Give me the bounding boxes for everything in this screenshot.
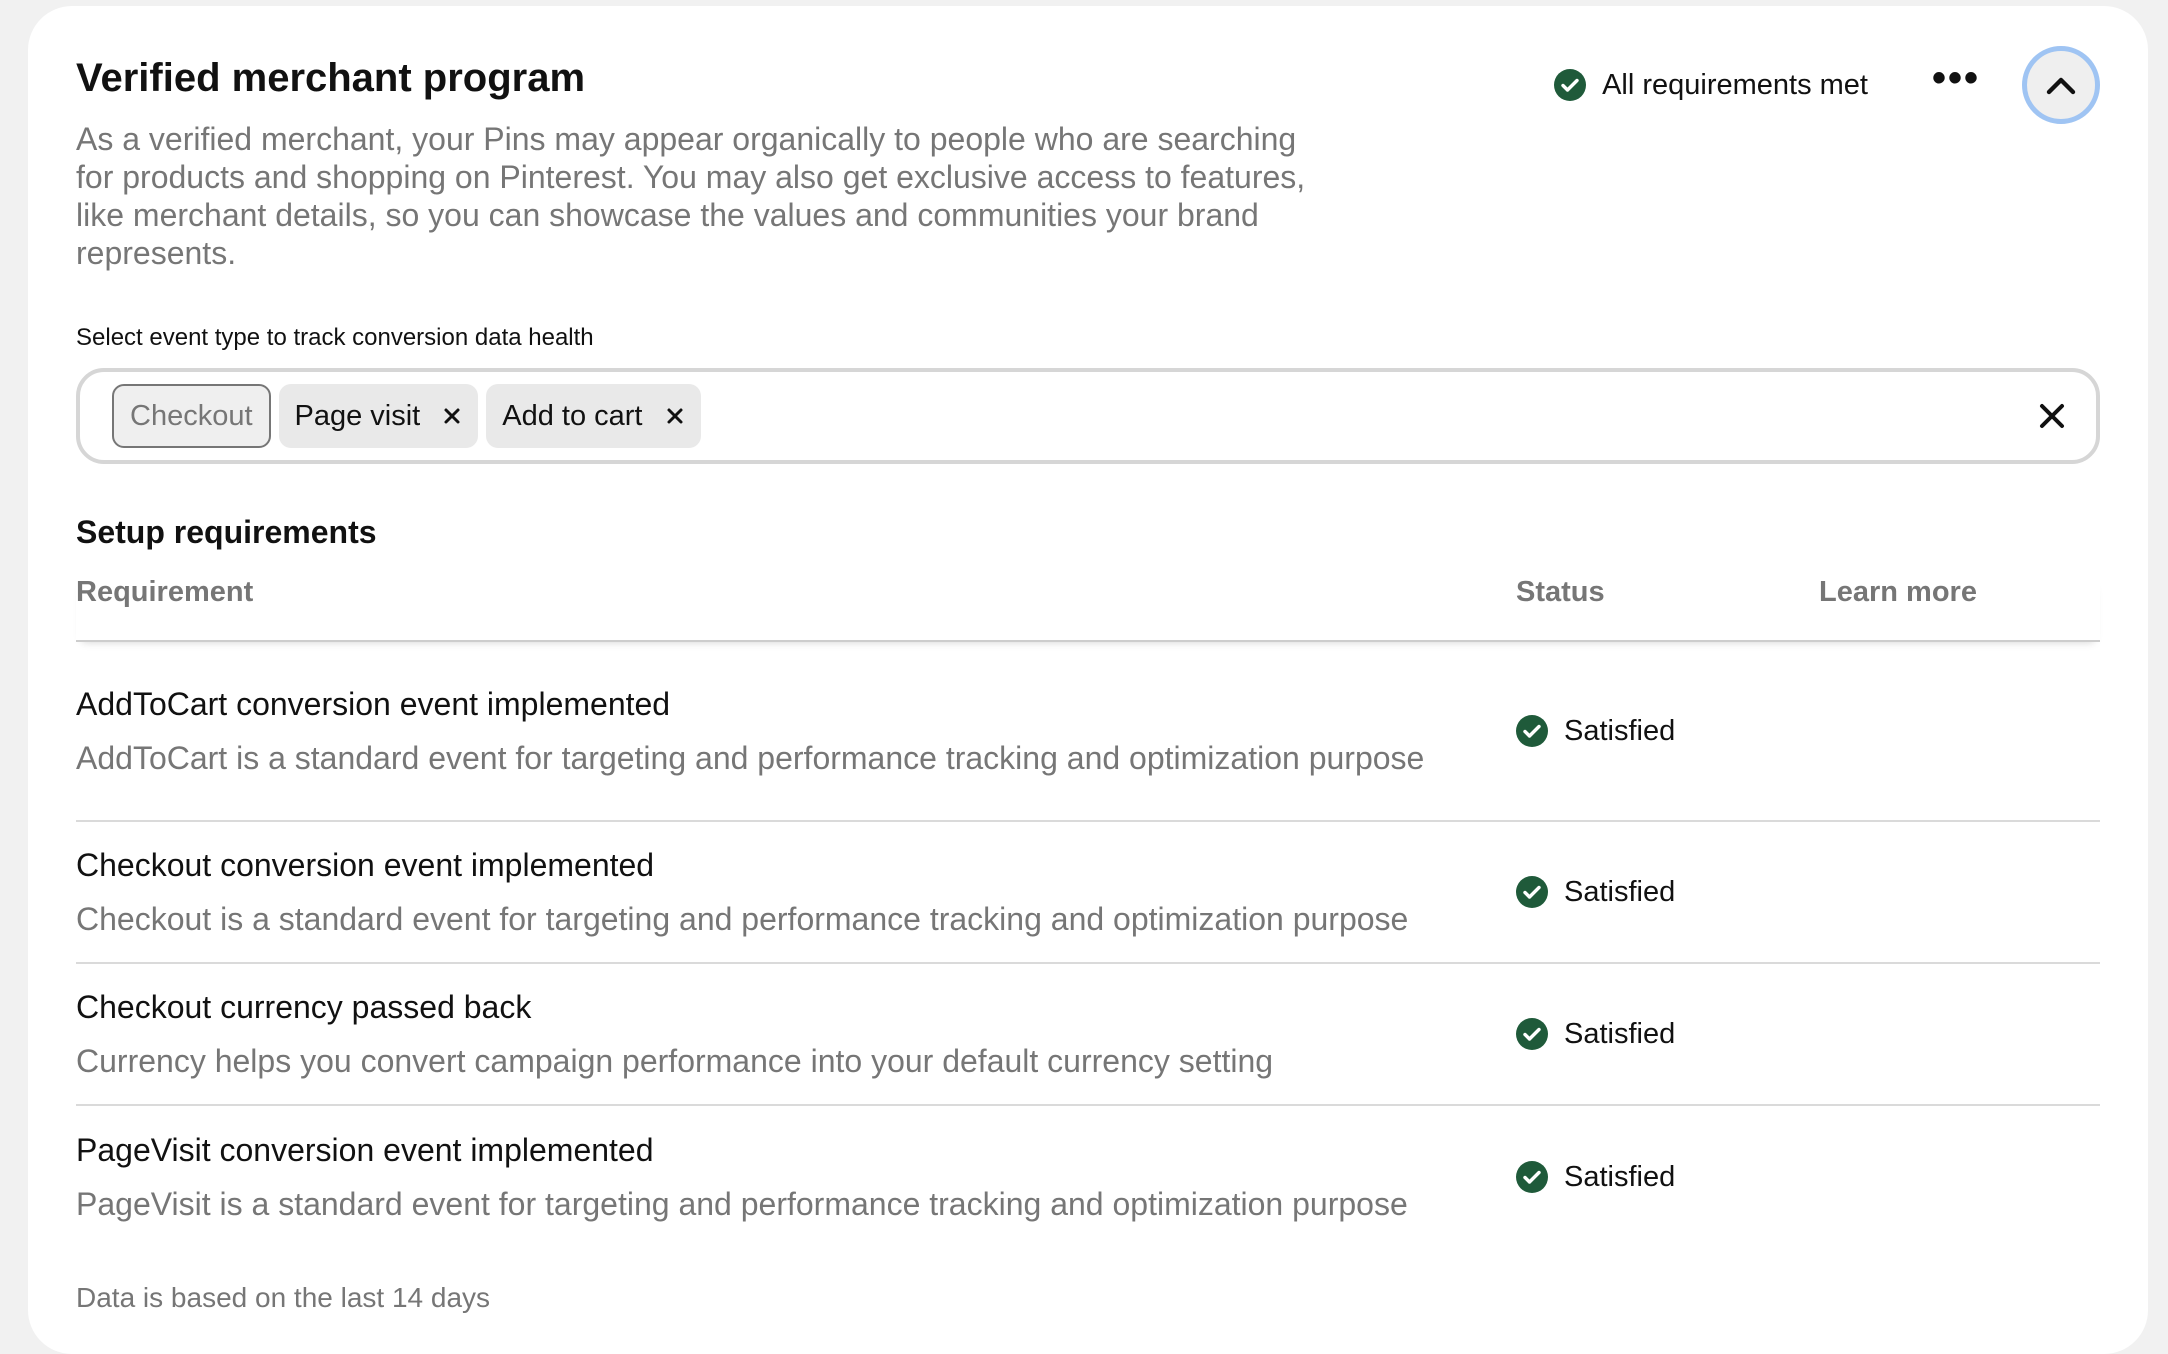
requirement-title: Checkout currency passed back — [76, 989, 532, 1025]
tag-add-to-cart[interactable]: Add to cart — [486, 384, 701, 448]
status-summary-label: All requirements met — [1602, 68, 1868, 101]
program-title: Verified merchant program — [76, 56, 586, 100]
program-description: As a verified merchant, your Pins may ap… — [76, 121, 1306, 271]
check-circle-icon — [1516, 876, 1548, 908]
table-row: AddToCart conversion event implemented A… — [76, 642, 2100, 822]
requirements-table: Requirement Status Learn more AddToCart … — [76, 576, 2100, 1248]
requirement-cell: PageVisit conversion event implemented P… — [76, 1131, 1516, 1223]
setup-requirements-title: Setup requirements — [76, 514, 377, 550]
status-label: Satisfied — [1564, 714, 1676, 747]
remove-tag-icon[interactable] — [442, 406, 462, 426]
table-row: Checkout conversion event implemented Ch… — [76, 822, 2100, 964]
event-type-multiselect[interactable]: Checkout Page visit Add to cart — [76, 368, 2100, 464]
requirement-cell: Checkout currency passed back Currency h… — [76, 988, 1516, 1080]
tag-page-visit[interactable]: Page visit — [278, 384, 479, 448]
tag-label: Page visit — [294, 399, 421, 432]
column-header-learn-more: Learn more — [1819, 576, 1977, 608]
status-cell: Satisfied — [1516, 1018, 1819, 1051]
requirement-description: Checkout is a standard event for targeti… — [76, 901, 1409, 937]
requirement-cell: Checkout conversion event implemented Ch… — [76, 846, 1516, 938]
check-circle-icon — [1516, 1018, 1548, 1050]
requirement-title: AddToCart conversion event implemented — [76, 686, 671, 722]
more-horizontal-icon: ••• — [1931, 56, 1980, 100]
tag-checkout[interactable]: Checkout — [112, 384, 271, 448]
column-header-requirement: Requirement — [76, 576, 254, 608]
chevron-up-icon — [2046, 77, 2076, 95]
status-label: Satisfied — [1564, 875, 1676, 908]
requirement-description: AddToCart is a standard event for target… — [76, 740, 1425, 776]
tag-label: Checkout — [130, 399, 253, 432]
collapse-button[interactable] — [2022, 46, 2100, 124]
header-actions: All requirements met ••• — [1554, 46, 2100, 124]
table-header: Requirement Status Learn more — [76, 576, 2100, 642]
check-circle-icon — [1516, 715, 1548, 747]
requirement-cell: AddToCart conversion event implemented A… — [76, 685, 1516, 777]
event-type-label: Select event type to track conversion da… — [76, 324, 594, 351]
requirement-title: PageVisit conversion event implemented — [76, 1132, 654, 1168]
status-cell: Satisfied — [1516, 1161, 1819, 1194]
column-header-status: Status — [1516, 576, 1605, 608]
check-circle-icon — [1516, 1161, 1548, 1193]
tag-label: Add to cart — [502, 399, 643, 432]
check-circle-icon — [1554, 69, 1587, 101]
requirement-description: Currency helps you convert campaign perf… — [76, 1043, 1274, 1079]
more-options-button[interactable]: ••• — [1928, 57, 1984, 113]
table-row: PageVisit conversion event implemented P… — [76, 1106, 2100, 1248]
verified-merchant-card: Verified merchant program As a verified … — [28, 6, 2148, 1354]
remove-tag-icon[interactable] — [665, 406, 685, 426]
requirements-status-summary: All requirements met — [1554, 69, 1868, 102]
status-cell: Satisfied — [1516, 876, 1819, 909]
clear-all-icon[interactable] — [2038, 402, 2066, 430]
status-label: Satisfied — [1564, 1017, 1676, 1050]
table-row: Checkout currency passed back Currency h… — [76, 964, 2100, 1106]
requirement-description: PageVisit is a standard event for target… — [76, 1186, 1408, 1222]
requirement-title: Checkout conversion event implemented — [76, 847, 655, 883]
status-cell: Satisfied — [1516, 715, 1819, 748]
status-label: Satisfied — [1564, 1160, 1676, 1193]
data-range-footnote: Data is based on the last 14 days — [76, 1282, 491, 1313]
